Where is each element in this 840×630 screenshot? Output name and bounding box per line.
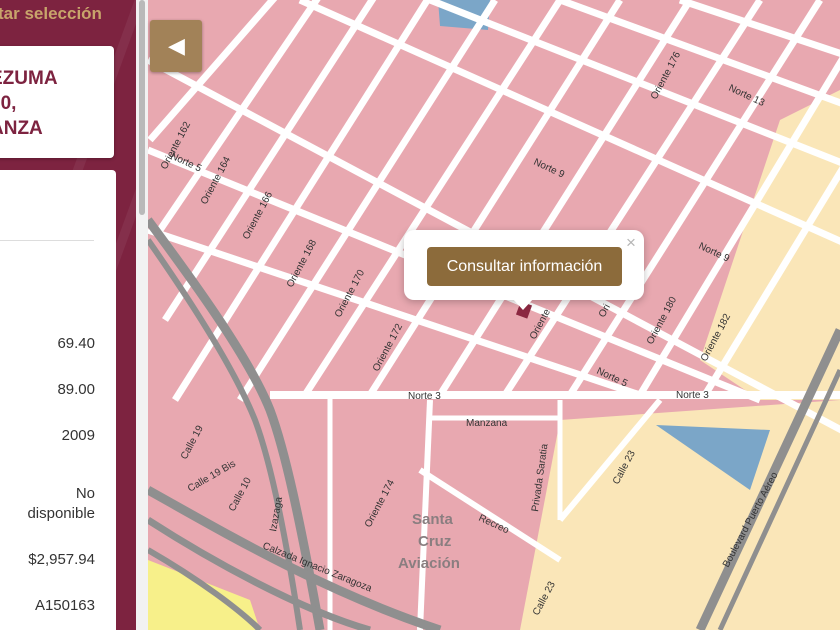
map-canvas[interactable]: Oriente 162 Oriente 164 Oriente 166 Orie… — [148, 0, 840, 630]
popup-pointer — [512, 298, 534, 310]
info-panel: tar selección EZUMA 30, ANZA 69.40 89.00… — [0, 0, 148, 630]
value-1: 69.40 — [57, 335, 95, 352]
close-icon[interactable]: × — [626, 234, 636, 252]
map-view[interactable]: Oriente 162 Oriente 164 Oriente 166 Orie… — [148, 0, 840, 630]
label-manzana: Manzana — [466, 418, 508, 429]
label-area-2: Cruz — [418, 533, 451, 550]
value-4: No disponible — [27, 485, 95, 522]
address-title: EZUMA 30, ANZA — [0, 68, 58, 139]
chevron-left-icon: ◀ — [168, 33, 185, 58]
divider — [0, 240, 94, 241]
label-area-3: Aviación — [398, 555, 460, 572]
collapse-panel-button[interactable]: ◀ — [150, 20, 202, 72]
value-2: 89.00 — [57, 381, 95, 398]
scrollbar-thumb[interactable] — [139, 0, 145, 215]
consult-info-button[interactable]: Consultar información — [427, 247, 622, 286]
value-6: A150163 — [34, 597, 95, 614]
title-card: EZUMA 30, ANZA — [0, 46, 114, 158]
value-3: 2009 — [61, 427, 95, 444]
label-norte-3: Norte 3 — [408, 391, 441, 402]
select-link[interactable]: tar selección — [0, 4, 102, 24]
label-area-1: Santa — [412, 511, 454, 528]
label-norte-3b: Norte 3 — [676, 390, 709, 401]
value-5: $2,957.94 — [28, 551, 95, 568]
info-card: 69.40 89.00 2009 No disponible $2,957.94… — [0, 170, 116, 630]
